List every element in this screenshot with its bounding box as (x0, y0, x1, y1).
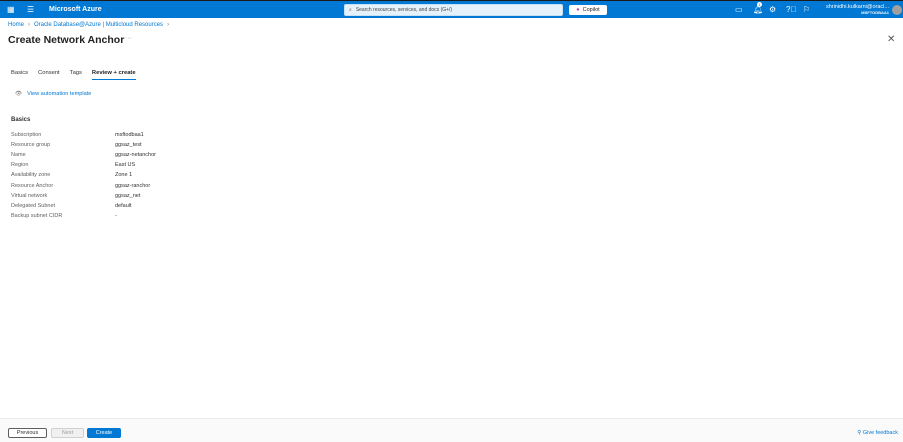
summary-row: Virtual network ggsaz_net (11, 191, 156, 201)
field-value: ggsaz_test (115, 142, 142, 149)
more-icon[interactable]: ··· (125, 35, 132, 42)
field-value: ggsaz-ranchor (115, 182, 151, 189)
copilot-label: Copilot (582, 7, 600, 13)
breadcrumb: Home › Oracle Database@Azure | Multicloud … (8, 22, 170, 28)
field-label: Region (11, 162, 29, 169)
field-value: ggsaz-netanchor (115, 152, 156, 159)
breadcrumb-home[interactable]: Home (8, 22, 24, 28)
field-label: Backup subnet CIDR (11, 212, 63, 219)
field-value: default (115, 202, 132, 209)
next-button[interactable]: Next (51, 428, 84, 438)
close-icon[interactable]: ✕ (887, 34, 895, 45)
tab-tags[interactable]: Tags (70, 70, 82, 80)
copilot-button[interactable]: ● Copilot (569, 5, 607, 15)
field-label: Resource Anchor (11, 182, 54, 189)
notification-badge: 1 (757, 2, 762, 7)
search-input[interactable]: ⌕ Search resources, services, and docs (G… (344, 4, 563, 16)
summary-list: Subscription msftodbaa1 Resource group ggs… (11, 130, 156, 221)
field-label: Resource group (11, 142, 51, 149)
field-label: Name (11, 152, 26, 159)
summary-row: Region East US (11, 160, 156, 170)
field-value: Zone 1 (115, 172, 133, 179)
automation-link-label: View automation template (27, 91, 92, 97)
brand[interactable]: Microsoft Azure (49, 6, 102, 13)
page-title: Create Network Anchor (8, 34, 125, 46)
summary-row: Delegated Subnet default (11, 201, 156, 211)
hamburger-icon[interactable]: ☰ (27, 5, 34, 14)
feedback-icon[interactable]: ⚐ (803, 5, 810, 14)
tab-basics[interactable]: Basics (11, 70, 28, 80)
search-placeholder: Search resources, services, and docs (G+… (355, 7, 453, 13)
summary-row: Subscription msftodbaa1 (11, 130, 156, 140)
eye-icon: 👁︎ (15, 91, 23, 97)
give-feedback-link[interactable]: ⚲ Give feedback (857, 430, 898, 436)
tab-review-create[interactable]: Review + create (91, 70, 136, 80)
copilot-icon: ● (576, 7, 580, 13)
top-bar: ▦ ☰ Microsoft Azure ⌕ Search resources, s… (0, 0, 903, 18)
settings-icon[interactable]: ⚙ (769, 5, 776, 14)
summary-row: Resource group ggsaz_test (11, 140, 156, 150)
summary-row: Backup subnet CIDR - (11, 211, 156, 221)
field-value: msftodbaa1 (115, 132, 144, 139)
previous-button[interactable]: Previous (8, 428, 47, 438)
summary-row: Resource Anchor ggsaz-ranchor (11, 180, 156, 190)
field-value: ggsaz_net (115, 192, 141, 199)
search-icon: ⌕ (349, 7, 352, 13)
view-automation-template-link[interactable]: 👁︎ View automation template (15, 91, 91, 97)
avatar[interactable] (892, 5, 902, 15)
user-directory: MSFTODBAA1 (861, 10, 889, 15)
field-value: - (115, 212, 117, 219)
create-button[interactable]: Create (87, 428, 121, 438)
cloud-shell-icon[interactable]: ▭ (735, 5, 743, 14)
breadcrumb-multicloud[interactable]: Oracle Database@Azure | Multicloud Resou… (34, 22, 163, 28)
field-label: Availability zone (11, 172, 51, 179)
field-label: Virtual network (11, 192, 48, 199)
tabs: Basics Consent Tags Review + create (11, 70, 136, 80)
account-button[interactable]: shrinidhi.kulkarni@oracl... MSFTODBAA1 (826, 4, 889, 16)
portal-menu-icon[interactable]: ▦ (7, 5, 15, 14)
tab-consent[interactable]: Consent (38, 70, 60, 80)
help-icon[interactable]: ?⃝ (786, 5, 796, 14)
field-label: Subscription (11, 132, 42, 139)
field-value: East US (115, 162, 136, 169)
section-title: Basics (11, 117, 31, 123)
summary-row: Name ggsaz-netanchor (11, 150, 156, 160)
notifications-icon[interactable]: 🔔︎ 1 (753, 2, 763, 14)
summary-row: Availability zone Zone 1 (11, 170, 156, 180)
give-feedback-label: Give feedback (862, 430, 898, 436)
footer: Previous Next Create ⚲ Give feedback (0, 418, 903, 442)
field-label: Delegated Subnet (11, 202, 56, 209)
